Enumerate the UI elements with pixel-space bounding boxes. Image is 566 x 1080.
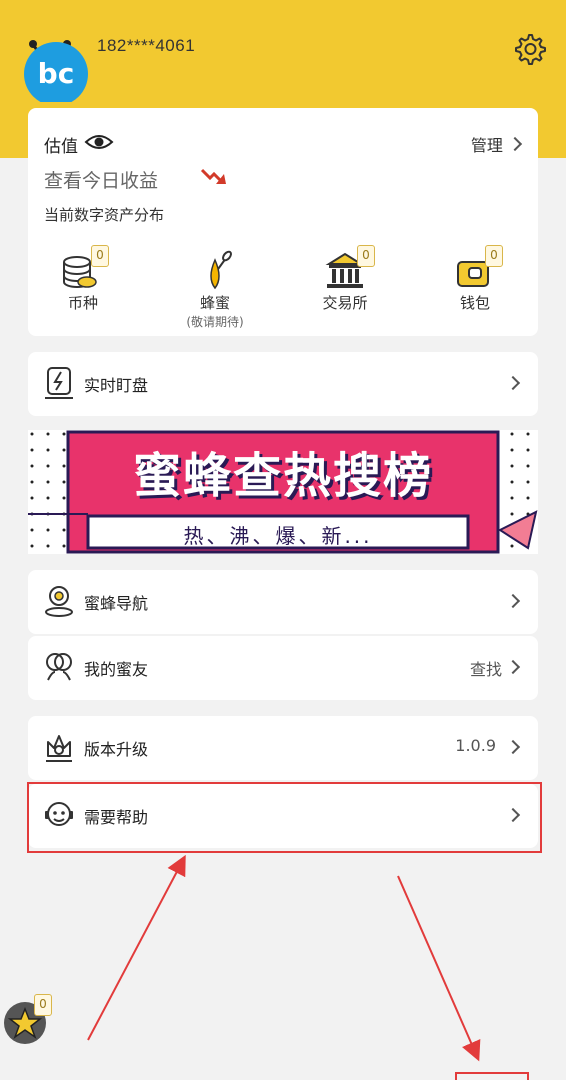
floating-badge: 0 bbox=[34, 994, 52, 1016]
annotation-arrows bbox=[87, 854, 481, 1062]
bottom-highlight-box bbox=[455, 1072, 529, 1080]
